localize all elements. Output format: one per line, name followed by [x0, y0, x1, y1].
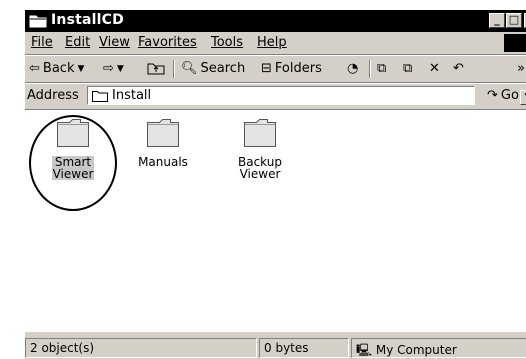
highlight-circle	[29, 115, 117, 211]
move-to-button[interactable]: ⧉	[377, 61, 386, 76]
menu-view[interactable]: View	[99, 35, 130, 50]
history-icon: ◔	[347, 61, 359, 76]
chevron-down-icon: ▼	[77, 63, 85, 74]
toolbar: ⇦ Back ▼ ⇨ ▼ 🔍︎ Search ⊟ Folders ◔ ⧉ ⧉ ✕	[25, 56, 526, 82]
menu-bar: File Edit View Favorites Tools Help	[25, 32, 526, 54]
menu-tools[interactable]: Tools	[211, 35, 243, 50]
go-arrow-icon: ↷	[487, 88, 498, 103]
folders-button[interactable]: ⊟ Folders	[261, 61, 322, 76]
copy-to-button[interactable]: ⧉	[403, 61, 412, 76]
folder-icon	[147, 119, 179, 147]
title-bar[interactable]: InstallCD _ □ ×	[25, 10, 526, 32]
window-title: InstallCD	[51, 12, 124, 28]
computer-icon: 🖳	[356, 343, 373, 357]
status-size: 0 bytes	[259, 338, 349, 358]
address-dropdown-button[interactable]: ▼	[520, 90, 526, 105]
back-arrow-icon: ⇦	[29, 61, 40, 76]
menu-edit[interactable]: Edit	[65, 35, 90, 50]
up-folder-icon	[147, 63, 165, 75]
delete-button[interactable]: ✕	[429, 61, 440, 76]
forward-button[interactable]: ⇨ ▼	[103, 61, 124, 76]
up-folder-button[interactable]	[147, 61, 165, 75]
status-zone: 🖳 My Computer	[351, 338, 526, 358]
status-object-count: 2 object(s)	[25, 338, 257, 358]
search-icon: 🔍︎	[181, 61, 198, 76]
forward-arrow-icon: ⇨	[103, 61, 114, 76]
chevron-right-icon: »	[517, 61, 525, 76]
undo-icon: ↶	[453, 61, 464, 76]
address-label: Address	[27, 88, 79, 103]
search-button[interactable]: 🔍︎ Search	[181, 61, 245, 76]
back-button[interactable]: ⇦ Back ▼	[29, 61, 84, 76]
delete-icon: ✕	[429, 61, 440, 76]
folder-icon	[92, 91, 108, 102]
folder-item-backup-viewer[interactable]: Backup Viewer	[215, 118, 305, 181]
windows-logo-icon	[504, 34, 526, 52]
copy-to-icon: ⧉	[403, 61, 413, 76]
folder-item-manuals[interactable]: Manuals	[133, 118, 193, 169]
folder-icon	[244, 119, 276, 147]
address-bar: Address Install ▼ ↷ Go	[25, 84, 526, 108]
toolbar-separator	[173, 60, 175, 78]
folder-label: Manuals	[138, 155, 188, 169]
menu-favorites[interactable]: Favorites	[138, 35, 197, 50]
folder-label: Backup Viewer	[238, 155, 282, 181]
move-to-icon: ⧉	[377, 61, 387, 76]
status-bar: 2 object(s) 0 bytes 🖳 My Computer	[25, 334, 526, 359]
go-button[interactable]: ↷ Go	[487, 88, 519, 103]
menu-file[interactable]: File	[31, 35, 53, 50]
folder-icon	[29, 15, 47, 28]
history-button[interactable]: ◔	[347, 61, 358, 76]
toolbar-more-button[interactable]: »	[517, 61, 525, 76]
menu-help[interactable]: Help	[257, 35, 287, 50]
maximize-button[interactable]: □	[506, 13, 522, 28]
minimize-button[interactable]: _	[489, 13, 505, 28]
folders-tree-icon: ⊟	[261, 61, 272, 76]
undo-button[interactable]: ↶	[453, 61, 464, 76]
address-input[interactable]: Install ▼	[87, 86, 526, 105]
chevron-down-icon: ▼	[116, 63, 124, 74]
toolbar-separator	[369, 60, 371, 78]
